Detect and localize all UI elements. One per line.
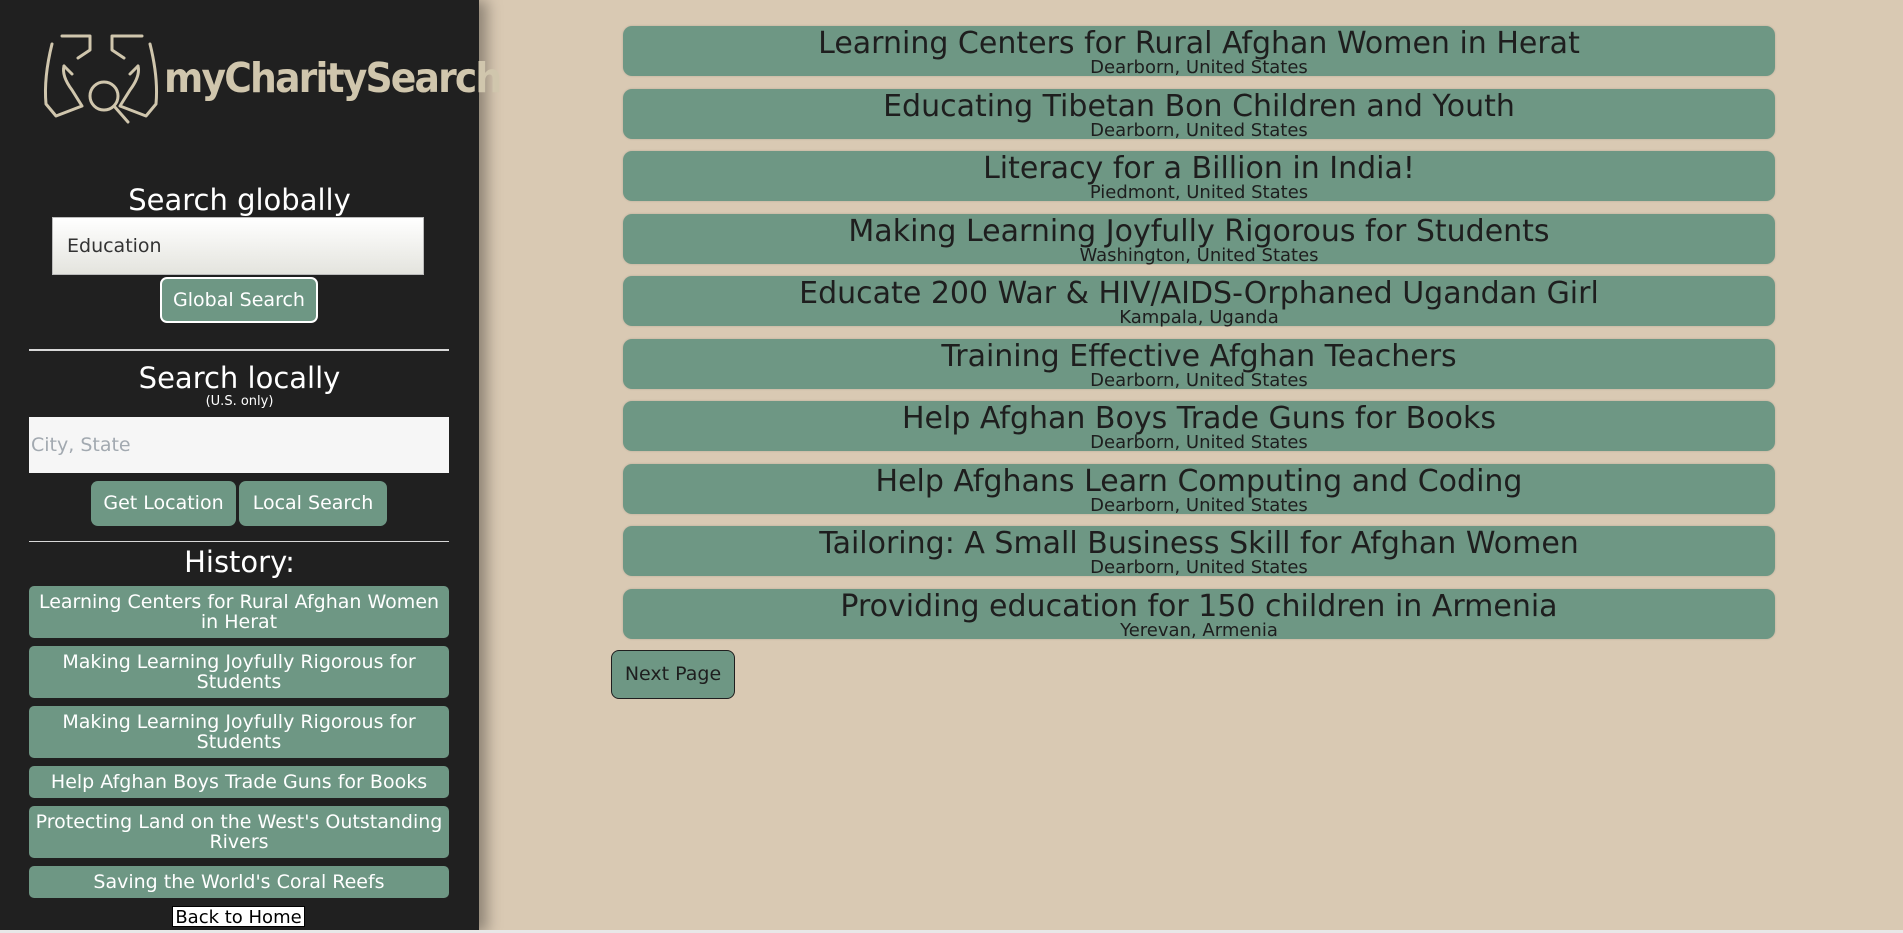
history-item[interactable]: Saving the World's Coral Reefs bbox=[29, 866, 449, 898]
result-card[interactable]: Help Afghans Learn Computing and Coding … bbox=[623, 464, 1775, 516]
divider bbox=[29, 349, 449, 351]
result-title: Making Learning Joyfully Rigorous for St… bbox=[848, 214, 1550, 249]
sidebar: myCharitySearch Search globally Educatio… bbox=[0, 0, 502, 933]
result-card[interactable]: Training Effective Afghan Teachers Dearb… bbox=[623, 339, 1775, 391]
local-search-button[interactable]: Local Search bbox=[239, 481, 387, 526]
result-title: Help Afghan Boys Trade Guns for Books bbox=[902, 401, 1496, 436]
result-title: Tailoring: A Small Business Skill for Af… bbox=[819, 526, 1579, 561]
history-item[interactable]: Making Learning Joyfully Rigorous for St… bbox=[29, 646, 449, 698]
result-title: Learning Centers for Rural Afghan Women … bbox=[818, 26, 1580, 61]
result-title: Literacy for a Billion in India! bbox=[983, 151, 1415, 186]
result-location: Dearborn, United States bbox=[1090, 432, 1308, 453]
result-location: Dearborn, United States bbox=[1090, 557, 1308, 578]
result-title: Training Effective Afghan Teachers bbox=[941, 339, 1457, 374]
search-locally-heading: Search locally bbox=[138, 361, 341, 395]
divider bbox=[29, 541, 449, 542]
result-location: Dearborn, United States bbox=[1090, 120, 1308, 141]
next-page-button[interactable]: Next Page bbox=[611, 650, 735, 699]
city-state-input[interactable]: City, State bbox=[29, 417, 449, 473]
history-item[interactable]: Learning Centers for Rural Afghan Women … bbox=[29, 586, 449, 638]
result-title: Educate 200 War & HIV/AIDS-Orphaned Ugan… bbox=[799, 276, 1599, 311]
result-location: Washington, United States bbox=[1079, 245, 1319, 266]
hands-magnifier-icon bbox=[44, 34, 158, 124]
result-card[interactable]: Educate 200 War & HIV/AIDS-Orphaned Ugan… bbox=[623, 276, 1775, 328]
result-location: Dearborn, United States bbox=[1090, 370, 1308, 391]
history-heading: History: bbox=[184, 545, 295, 579]
history-item[interactable]: Protecting Land on the West's Outstandin… bbox=[29, 806, 449, 858]
result-title: Providing education for 150 children in … bbox=[840, 589, 1558, 624]
result-card[interactable]: Making Learning Joyfully Rigorous for St… bbox=[623, 214, 1775, 266]
result-location: Dearborn, United States bbox=[1090, 57, 1308, 78]
back-to-home-link[interactable]: Back to Home bbox=[172, 906, 305, 928]
result-card[interactable]: Educating Tibetan Bon Children and Youth… bbox=[623, 89, 1775, 141]
logo[interactable]: myCharitySearch bbox=[42, 30, 502, 138]
result-card[interactable]: Help Afghan Boys Trade Guns for Books De… bbox=[623, 401, 1775, 453]
result-location: Dearborn, United States bbox=[1090, 495, 1308, 516]
result-title: Help Afghans Learn Computing and Coding bbox=[875, 464, 1523, 499]
result-location: Kampala, Uganda bbox=[1119, 307, 1279, 328]
result-card[interactable]: Providing education for 150 children in … bbox=[623, 589, 1775, 641]
result-card[interactable]: Tailoring: A Small Business Skill for Af… bbox=[623, 526, 1775, 578]
result-card[interactable]: Literacy for a Billion in India! Piedmon… bbox=[623, 151, 1775, 203]
logo-text: myCharitySearch bbox=[164, 54, 502, 102]
history-item[interactable]: Making Learning Joyfully Rigorous for St… bbox=[29, 706, 449, 758]
us-only-note: (U.S. only) bbox=[205, 394, 274, 409]
result-title: Educating Tibetan Bon Children and Youth bbox=[883, 89, 1515, 124]
result-location: Piedmont, United States bbox=[1089, 182, 1309, 203]
global-search-input[interactable]: Education bbox=[52, 217, 424, 275]
global-search-button[interactable]: Global Search bbox=[160, 277, 318, 323]
result-card[interactable]: Learning Centers for Rural Afghan Women … bbox=[623, 26, 1775, 78]
get-location-button[interactable]: Get Location bbox=[91, 481, 236, 526]
search-globally-heading: Search globally bbox=[128, 183, 351, 217]
history-item[interactable]: Help Afghan Boys Trade Guns for Books bbox=[29, 766, 449, 798]
result-location: Yerevan, Armenia bbox=[1120, 620, 1278, 641]
